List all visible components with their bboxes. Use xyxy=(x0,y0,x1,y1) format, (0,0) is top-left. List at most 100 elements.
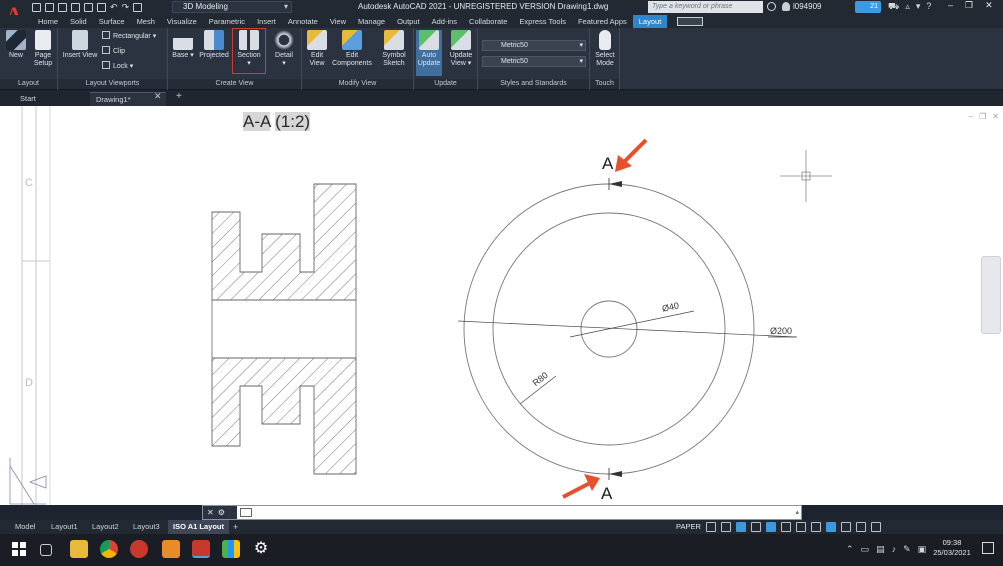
tab-surface[interactable]: Surface xyxy=(93,15,131,28)
new-file-icon[interactable] xyxy=(32,3,41,12)
projected-view-button[interactable]: Projected xyxy=(198,30,230,60)
app-icon-red[interactable] xyxy=(130,540,148,558)
new-tab-icon[interactable]: + xyxy=(176,91,182,102)
layout-tab-layout1[interactable]: Layout1 xyxy=(46,520,83,534)
chevron-down-icon[interactable]: ▾ xyxy=(916,1,921,13)
section-style-select[interactable]: Metric50 xyxy=(482,56,586,67)
command-history-toggle-icon[interactable]: ▴ xyxy=(795,506,799,519)
print-icon[interactable] xyxy=(97,3,106,12)
add-layout-icon[interactable]: + xyxy=(233,520,238,534)
close-icon[interactable]: ✕ xyxy=(985,0,993,11)
tab-add-ins[interactable]: Add-ins xyxy=(426,15,463,28)
insert-view-button[interactable]: Insert View xyxy=(60,30,100,60)
auto-update-button[interactable]: Auto Update xyxy=(416,30,442,76)
clean-screen-icon[interactable] xyxy=(856,522,866,532)
ribbon-options-icon[interactable] xyxy=(677,17,704,26)
lineweight-icon[interactable] xyxy=(781,522,791,532)
tab-annotate[interactable]: Annotate xyxy=(282,15,324,28)
undo-icon[interactable]: ↶ xyxy=(110,2,118,13)
triangle-icon[interactable]: ▵ xyxy=(905,1,910,13)
tab-parametric[interactable]: Parametric xyxy=(203,15,251,28)
layout-tab-model[interactable]: Model xyxy=(10,520,40,534)
app-icon-bars[interactable] xyxy=(222,540,240,558)
new-layout-button[interactable]: New xyxy=(4,30,28,60)
restore-icon[interactable]: ❐ xyxy=(965,0,973,11)
tab-express-tools[interactable]: Express Tools xyxy=(513,15,572,28)
app-icon-orange[interactable] xyxy=(162,540,180,558)
close-tab-icon[interactable]: ✕ xyxy=(154,91,162,102)
drawing-canvas[interactable]: C D A-A (1:2) A A Ø40 Ø200 R80 – ❐ ✕ xyxy=(0,106,1003,505)
tab-manage[interactable]: Manage xyxy=(352,15,391,28)
paper-space-toggle[interactable]: PAPER xyxy=(676,520,701,534)
open-file-icon[interactable] xyxy=(45,3,54,12)
wrench-icon[interactable]: ⚙ xyxy=(218,506,225,519)
pen-icon[interactable]: ✎ xyxy=(903,544,911,555)
tab-mesh[interactable]: Mesh xyxy=(131,15,161,28)
symbol-sketch-button[interactable]: Symbol Sketch xyxy=(378,30,410,68)
battery-icon[interactable]: ▭ xyxy=(861,544,870,555)
tab-home[interactable]: Home xyxy=(32,15,64,28)
tab-collaborate[interactable]: Collaborate xyxy=(463,15,513,28)
file-explorer-icon[interactable] xyxy=(70,540,88,558)
windows-start-icon[interactable] xyxy=(10,540,28,558)
save-as-icon[interactable] xyxy=(71,3,80,12)
layout-tab-layout2[interactable]: Layout2 xyxy=(87,520,124,534)
volume-icon[interactable]: ♪ xyxy=(892,544,897,555)
tab-insert[interactable]: Insert xyxy=(251,15,282,28)
user-icon[interactable] xyxy=(782,2,790,11)
tab-layout[interactable]: Layout xyxy=(632,15,668,28)
layout-tab-iso-a1[interactable]: ISO A1 Layout xyxy=(168,520,229,534)
workspace-switch-icon[interactable] xyxy=(811,522,821,532)
object-snap-icon[interactable] xyxy=(766,522,776,532)
view-style-select[interactable]: Metric50 xyxy=(482,40,586,51)
share-icon[interactable] xyxy=(133,3,143,12)
tab-solid[interactable]: Solid xyxy=(64,15,93,28)
navigation-bar[interactable] xyxy=(981,256,1001,334)
layout-tab-layout3[interactable]: Layout3 xyxy=(128,520,165,534)
page-setup-button[interactable]: Page Setup xyxy=(30,30,56,68)
search-icon[interactable] xyxy=(767,2,776,11)
notification-badge[interactable]: 21 xyxy=(855,1,881,13)
tab-featured-apps[interactable]: Featured Apps xyxy=(572,15,633,28)
customization-icon[interactable] xyxy=(871,522,881,532)
tab-visualize[interactable]: Visualize xyxy=(161,15,203,28)
network-icon[interactable]: ▤ xyxy=(876,544,885,555)
tab-view[interactable]: View xyxy=(324,15,352,28)
close-viewport-icon[interactable]: ✕ xyxy=(992,112,999,121)
clock[interactable]: 09:38 25/03/2021 xyxy=(930,538,974,558)
help-icon[interactable]: ? xyxy=(926,1,931,13)
hardware-acceleration-icon[interactable] xyxy=(841,522,851,532)
tray-chevron-icon[interactable]: ⌃ xyxy=(846,544,854,555)
grid-icon[interactable] xyxy=(706,522,716,532)
edit-view-button[interactable]: Edit View xyxy=(304,30,330,68)
clip-button[interactable]: Clip xyxy=(102,46,125,58)
detail-view-button[interactable]: Detail ▾ xyxy=(270,30,298,68)
chrome-icon[interactable] xyxy=(100,540,118,558)
autocad-taskbar-icon[interactable] xyxy=(192,540,210,558)
action-center-icon[interactable] xyxy=(982,542,994,554)
edit-components-button[interactable]: Edit Components xyxy=(330,30,374,68)
file-tab-start[interactable]: Start xyxy=(14,92,74,106)
user-name[interactable]: l094909 xyxy=(793,2,821,11)
workspace-selector[interactable]: 3D Modeling xyxy=(172,1,292,13)
redo-icon[interactable]: ↷ xyxy=(122,2,130,13)
tab-output[interactable]: Output xyxy=(391,15,426,28)
close-command-line-icon[interactable]: ✕ xyxy=(207,506,214,519)
cloud-icon[interactable] xyxy=(84,3,93,12)
command-input[interactable] xyxy=(257,507,787,518)
annotation-scale-icon[interactable] xyxy=(796,522,806,532)
cart-icon[interactable]: ⛟ xyxy=(888,1,899,13)
minimize-viewport-icon[interactable]: – xyxy=(969,112,973,121)
rectangular-button[interactable]: Rectangular ▾ xyxy=(102,31,156,43)
lock-button[interactable]: Lock ▾ xyxy=(102,61,133,73)
settings-icon[interactable]: ⚙ xyxy=(252,540,270,558)
snap-icon[interactable] xyxy=(721,522,731,532)
search-input[interactable]: Type a keyword or phrase xyxy=(648,1,763,13)
update-view-button[interactable]: Update View ▾ xyxy=(446,30,476,68)
polar-tracking-icon[interactable] xyxy=(736,522,746,532)
save-icon[interactable] xyxy=(58,3,67,12)
minimize-icon[interactable]: – xyxy=(948,0,953,11)
isodraft-icon[interactable] xyxy=(751,522,761,532)
task-view-icon[interactable] xyxy=(40,544,52,556)
command-prompt-icon[interactable] xyxy=(240,508,252,517)
